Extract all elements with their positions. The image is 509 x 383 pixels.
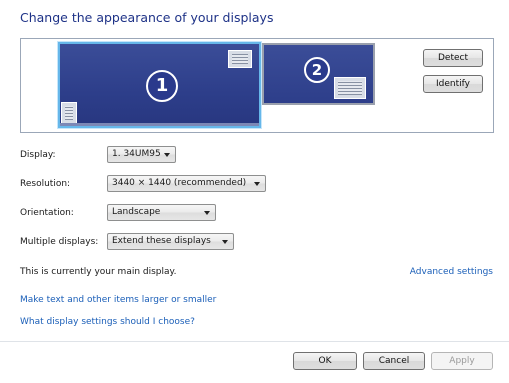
identify-button[interactable]: Identify: [423, 75, 483, 93]
orientation-dropdown[interactable]: Landscape: [107, 204, 216, 221]
page-title: Change the appearance of your displays: [20, 10, 274, 25]
advanced-settings-link[interactable]: Advanced settings: [410, 267, 493, 277]
display-arrangement-area[interactable]: 1 2 Detect Identify: [20, 38, 494, 133]
display-label: Display:: [20, 150, 56, 160]
chevron-down-icon: [222, 240, 228, 244]
orientation-dropdown-value: Landscape: [112, 207, 161, 217]
desktop-preview-icon: [228, 50, 252, 68]
chevron-down-icon: [204, 211, 210, 215]
text-size-link[interactable]: Make text and other items larger or smal…: [20, 295, 216, 305]
multiple-displays-label: Multiple displays:: [20, 237, 99, 247]
monitor-2-number: 2: [304, 57, 330, 83]
keyboard-grid-icon: [334, 77, 366, 99]
cancel-button[interactable]: Cancel: [363, 352, 425, 370]
monitor-1-number: 1: [146, 70, 178, 102]
display-help-link[interactable]: What display settings should I choose?: [20, 317, 195, 327]
resolution-dropdown[interactable]: 3440 × 1440 (recommended): [107, 175, 266, 192]
chevron-down-icon: [164, 153, 170, 157]
taskbar-preview: [60, 123, 259, 126]
monitor-2[interactable]: 2: [262, 43, 375, 105]
main-display-status: This is currently your main display.: [20, 267, 177, 277]
resolution-label: Resolution:: [20, 179, 71, 189]
orientation-label: Orientation:: [20, 208, 74, 218]
display-dropdown-value: 1. 34UM95: [112, 149, 161, 159]
monitor-1[interactable]: 1: [58, 42, 261, 128]
ok-button[interactable]: OK: [293, 352, 357, 370]
detect-button[interactable]: Detect: [423, 49, 483, 67]
chevron-down-icon: [254, 182, 260, 186]
apply-button[interactable]: Apply: [431, 352, 493, 370]
display-dropdown[interactable]: 1. 34UM95: [107, 146, 176, 163]
footer-divider: [0, 341, 509, 342]
multiple-displays-dropdown-value: Extend these displays: [112, 236, 211, 246]
start-menu-preview-icon: [61, 102, 77, 124]
multiple-displays-dropdown[interactable]: Extend these displays: [107, 233, 234, 250]
resolution-dropdown-value: 3440 × 1440 (recommended): [112, 178, 247, 188]
